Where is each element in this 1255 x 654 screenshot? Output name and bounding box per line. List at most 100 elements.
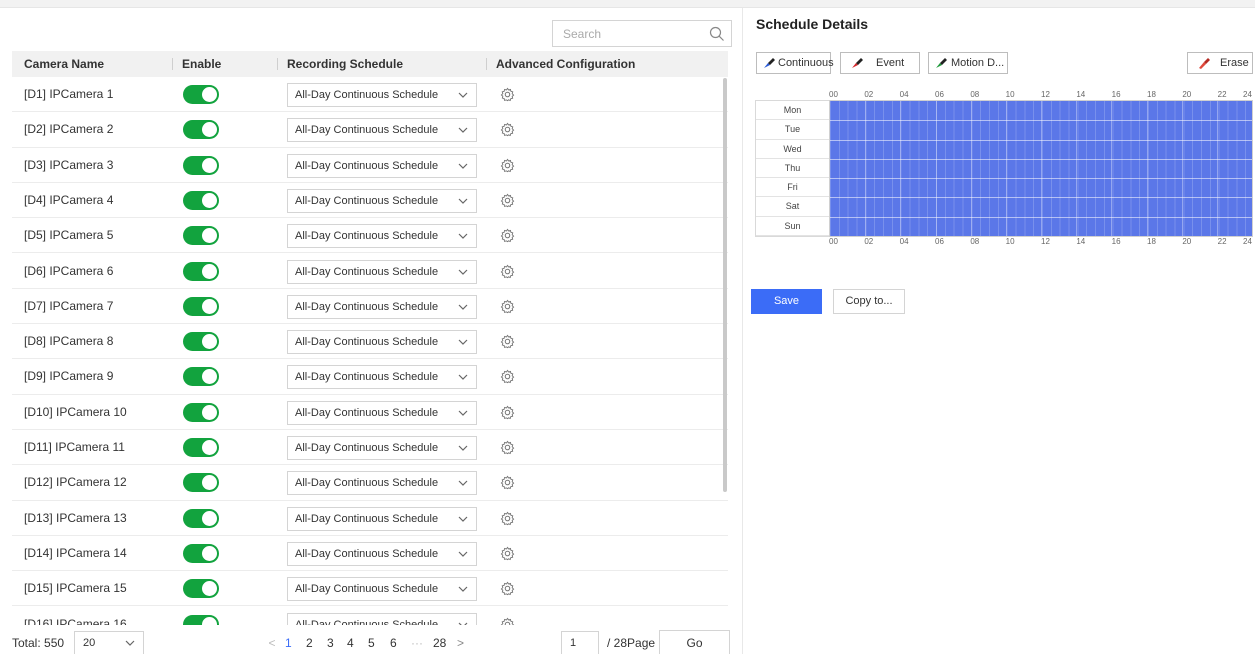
recording-schedule-select[interactable]: All-Day Continuous Schedule [287,330,477,355]
enable-toggle[interactable] [183,296,219,316]
recording-schedule-select[interactable]: All-Day Continuous Schedule [287,577,477,602]
hour-label: 02 [864,237,874,246]
column-header-recording-schedule: Recording Schedule [287,57,404,71]
recording-schedule-select[interactable]: All-Day Continuous Schedule [287,259,477,284]
gear-icon[interactable] [500,264,515,279]
recording-schedule-select[interactable]: All-Day Continuous Schedule [287,294,477,319]
erase-tool-button[interactable]: Erase [1187,52,1253,74]
weekly-schedule-grid[interactable]: 00 02 04 06 08 10 12 14 16 18 20 22 24 Mon Tue Wed Thu F… [755,90,1253,246]
table-row: [D10] IPCamera 10 All-Day Continuous Sche… [12,395,728,430]
recording-schedule-select[interactable]: All-Day Continuous Schedule [287,541,477,566]
chevron-down-icon [458,127,468,134]
recording-schedule-select[interactable]: All-Day Continuous Schedule [287,365,477,390]
recording-schedule-select[interactable]: All-Day Continuous Schedule [287,188,477,213]
next-page-button[interactable]: > [457,630,464,654]
recording-schedule-select[interactable]: All-Day Continuous Schedule [287,612,477,625]
enable-toggle[interactable] [183,579,219,599]
page-number-6[interactable]: 6 [390,630,397,654]
toggle-knob [202,298,217,314]
gear-icon[interactable] [500,546,515,561]
recording-schedule-value: All-Day Continuous Schedule [295,300,439,313]
recording-schedule-select[interactable]: All-Day Continuous Schedule [287,400,477,425]
page-number-3[interactable]: 3 [327,630,334,654]
schedule-details-title: Schedule Details [756,16,869,32]
toggle-knob [202,510,217,526]
recording-schedule-value: All-Day Continuous Schedule [295,194,439,207]
enable-toggle[interactable] [183,120,219,140]
gear-icon[interactable] [500,228,515,243]
save-button[interactable]: Save [751,289,822,314]
page-number-2[interactable]: 2 [306,630,313,654]
toggle-knob [202,581,217,597]
enable-toggle[interactable] [183,261,219,281]
continuous-tool-button[interactable]: Continuous [756,52,834,74]
gear-icon[interactable] [500,581,515,596]
recording-schedule-select[interactable]: All-Day Continuous Schedule [287,471,477,496]
day-label-thu: Thu [756,159,829,179]
enable-toggle[interactable] [183,508,219,528]
go-button[interactable]: Go [659,630,730,654]
gear-icon[interactable] [500,334,515,349]
hour-gridline [1111,101,1113,236]
enable-toggle[interactable] [183,473,219,493]
recording-schedule-select[interactable]: All-Day Continuous Schedule [287,118,477,143]
gear-icon[interactable] [500,511,515,526]
recording-schedule-select[interactable]: All-Day Continuous Schedule [287,506,477,531]
recording-schedule-select[interactable]: All-Day Continuous Schedule [287,436,477,460]
gear-icon[interactable] [500,617,515,626]
enable-toggle[interactable] [183,85,219,104]
enable-toggle[interactable] [183,438,219,457]
gear-icon[interactable] [500,440,515,455]
recording-schedule-value: All-Day Continuous Schedule [295,230,439,243]
table-row: [D13] IPCamera 13 All-Day Continuous Sche… [12,501,728,536]
gear-icon[interactable] [500,193,515,208]
search-input[interactable] [553,21,708,46]
recording-schedule-value: All-Day Continuous Schedule [295,583,439,596]
enable-toggle[interactable] [183,543,219,563]
recording-schedule-value: All-Day Continuous Schedule [295,265,439,278]
recording-schedule-select[interactable]: All-Day Continuous Schedule [287,224,477,249]
enable-toggle[interactable] [183,190,219,210]
enable-toggle[interactable] [183,614,219,625]
prev-page-button[interactable]: < [265,630,279,654]
page-number-4[interactable]: 4 [347,630,354,654]
gear-icon[interactable] [500,158,515,173]
enable-toggle[interactable] [183,402,219,422]
page-number-1[interactable]: 1 [285,630,292,654]
hour-gridline [1216,101,1218,236]
enable-toggle[interactable] [183,367,219,387]
gear-icon[interactable] [500,369,515,384]
gear-icon[interactable] [500,122,515,137]
page-jump-input[interactable]: 1 [561,631,599,654]
chevron-down-icon [458,198,468,204]
camera-name: [D4] IPCamera 4 [24,192,114,207]
enable-toggle[interactable] [183,332,219,352]
page-number-5[interactable]: 5 [368,630,375,654]
gear-icon[interactable] [500,405,515,420]
recording-schedule-select[interactable]: All-Day Continuous Schedule [287,83,477,107]
search-box[interactable] [552,20,732,47]
camera-name: [D5] IPCamera 5 [24,228,114,243]
chevron-down-icon [458,304,468,310]
enable-toggle[interactable] [183,155,219,175]
event-tool-button[interactable]: Event [840,52,920,74]
search-icon[interactable] [709,26,725,42]
page-number-28[interactable]: 28 [433,630,446,654]
camera-name: [D10] IPCamera 10 [24,404,127,419]
page-size-select[interactable]: 20 [74,631,144,654]
hour-label: 24 [1243,90,1252,99]
camera-name: [D12] IPCamera 12 [24,475,127,490]
gear-icon[interactable] [500,87,515,102]
motion-tool-button[interactable]: Motion D... [928,52,1008,74]
continuous-tool-label: Continuous [778,57,834,69]
schedule-bars[interactable] [829,100,1253,237]
day-label-fri: Fri [756,178,829,198]
gear-icon[interactable] [500,299,515,314]
copy-to-button[interactable]: Copy to... [833,289,905,314]
enable-toggle[interactable] [183,226,219,246]
gear-icon[interactable] [500,475,515,490]
day-label-mon: Mon [756,101,829,121]
toggle-knob [202,440,217,455]
vertical-scrollbar[interactable] [723,78,727,492]
recording-schedule-select[interactable]: All-Day Continuous Schedule [287,153,477,178]
